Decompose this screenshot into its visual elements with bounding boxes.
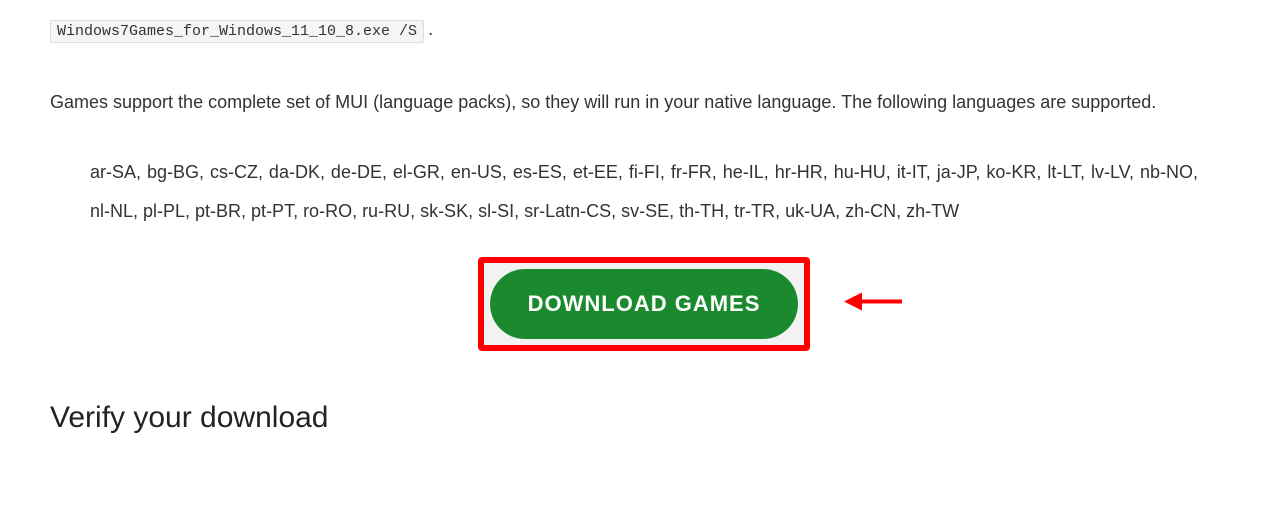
verify-heading: Verify your download [50,401,1238,435]
download-section: DOWNLOAD GAMES [50,257,1238,351]
highlight-box: DOWNLOAD GAMES [478,257,811,351]
code-period: . [428,19,433,39]
intro-paragraph: Games support the complete set of MUI (l… [50,83,1238,123]
code-command: Windows7Games_for_Windows_11_10_8.exe /S [50,20,424,43]
download-games-button[interactable]: DOWNLOAD GAMES [490,269,799,339]
arrow-icon [844,286,904,321]
languages-list: ar-SA, bg-BG, cs-CZ, da-DK, de-DE, el-GR… [90,153,1198,232]
code-line: Windows7Games_for_Windows_11_10_8.exe /S… [50,0,1238,43]
